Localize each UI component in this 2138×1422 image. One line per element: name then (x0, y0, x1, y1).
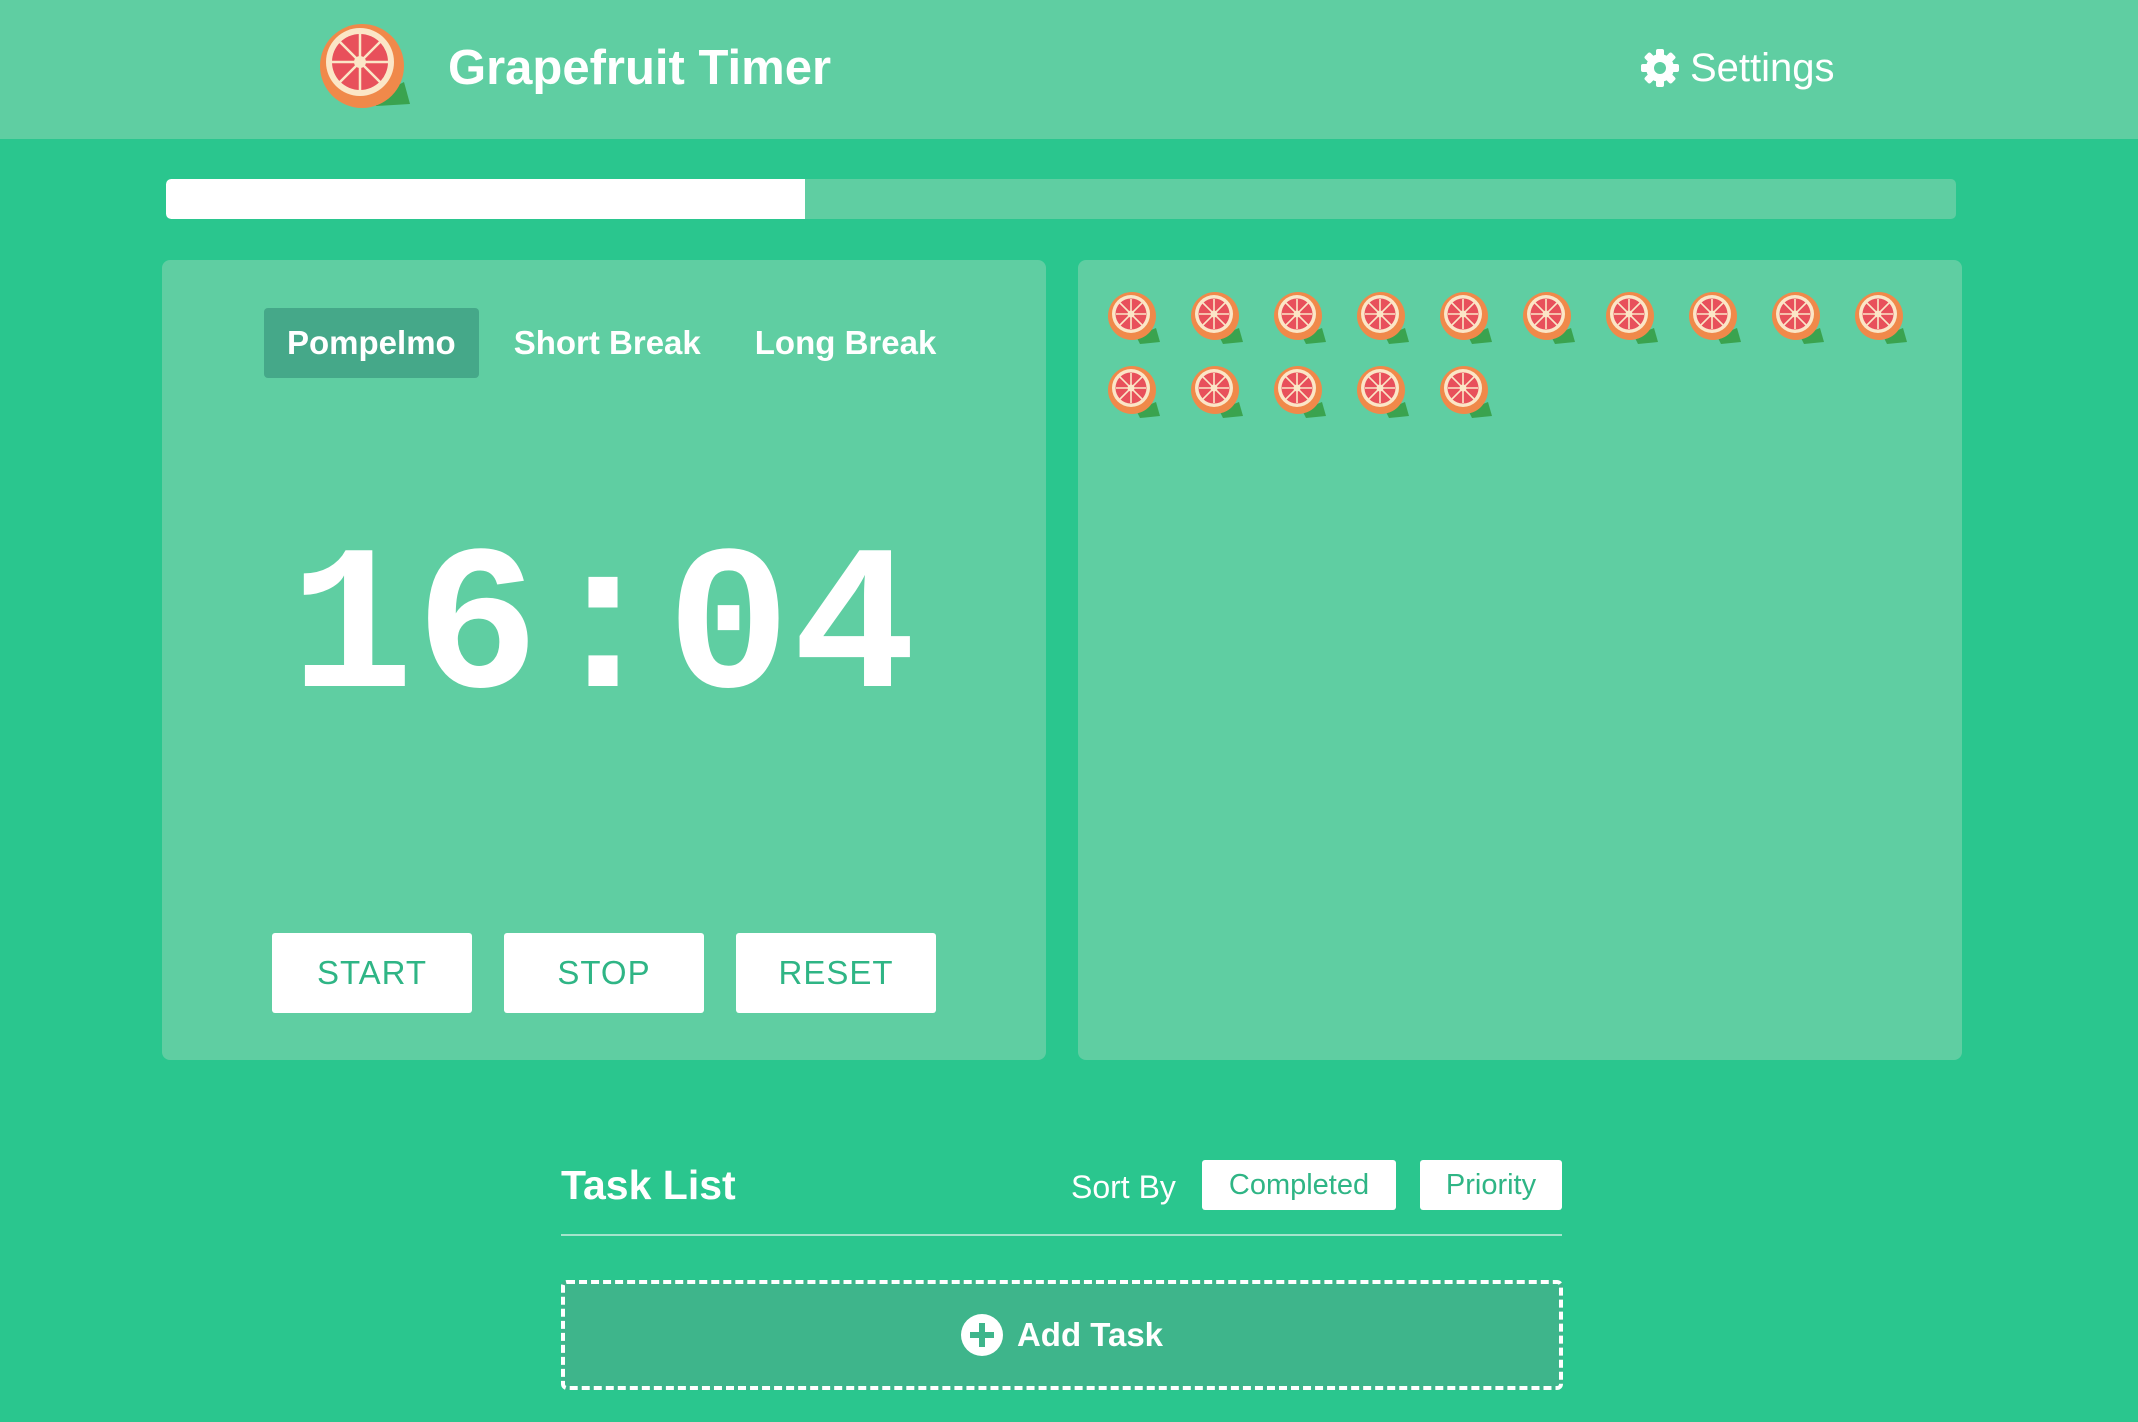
grapefruit-icon (1606, 292, 1658, 344)
timer-controls: START STOP RESET (272, 933, 936, 1013)
grapefruit-icon (1191, 292, 1243, 344)
divider (561, 1234, 1562, 1236)
settings-label: Settings (1690, 46, 1835, 90)
tab-short-break[interactable]: Short Break (491, 308, 724, 378)
grapefruit-icon (1689, 292, 1741, 344)
grapefruit-icon (1274, 366, 1326, 418)
grapefruit-icon (1191, 366, 1243, 418)
grapefruit-icon (1274, 292, 1326, 344)
progress-fill (166, 179, 806, 219)
plus-circle-icon (960, 1314, 1003, 1356)
grapefruit-icon (1440, 292, 1492, 344)
grapefruit-logo (320, 24, 410, 108)
start-button[interactable]: START (272, 933, 472, 1013)
sort-completed-button[interactable]: Completed (1202, 1160, 1396, 1210)
app-header: Grapefruit Timer Settings (0, 0, 2138, 139)
reset-button[interactable]: RESET (736, 933, 936, 1013)
grapefruit-icon (1108, 292, 1160, 344)
add-task-button[interactable]: Add Task (561, 1280, 1563, 1390)
grapefruit-icon (1357, 366, 1409, 418)
grapefruit-icon (1357, 292, 1409, 344)
task-list-title: Task List (561, 1162, 736, 1208)
mode-tabs: Pompelmo Short Break Long Break (264, 308, 971, 378)
pomodoro-progress-bar (166, 179, 1956, 219)
timer-panel: Pompelmo Short Break Long Break 16:04 ST… (162, 260, 1046, 1060)
grapefruit-icon (1855, 292, 1907, 344)
completed-pomodoros-panel (1078, 260, 1962, 1060)
gear-icon (1641, 49, 1679, 87)
time-display: 16:04 (289, 515, 919, 748)
tab-pompelmo[interactable]: Pompelmo (264, 308, 479, 378)
sort-priority-button[interactable]: Priority (1420, 1160, 1562, 1210)
tab-long-break[interactable]: Long Break (732, 308, 960, 378)
app-title: Grapefruit Timer (448, 41, 832, 95)
add-task-label: Add Task (1016, 1316, 1164, 1353)
grapefruit-icon (1772, 292, 1824, 344)
grapefruit-icon (1523, 292, 1575, 344)
stop-button[interactable]: STOP (504, 933, 704, 1013)
settings-button[interactable]: Settings (1640, 38, 1835, 98)
sort-by-label: Sort By (1071, 1169, 1176, 1205)
grapefruit-icon (1108, 366, 1160, 418)
grapefruit-icon (1440, 366, 1492, 418)
grapefruit-grid (1106, 290, 1946, 420)
